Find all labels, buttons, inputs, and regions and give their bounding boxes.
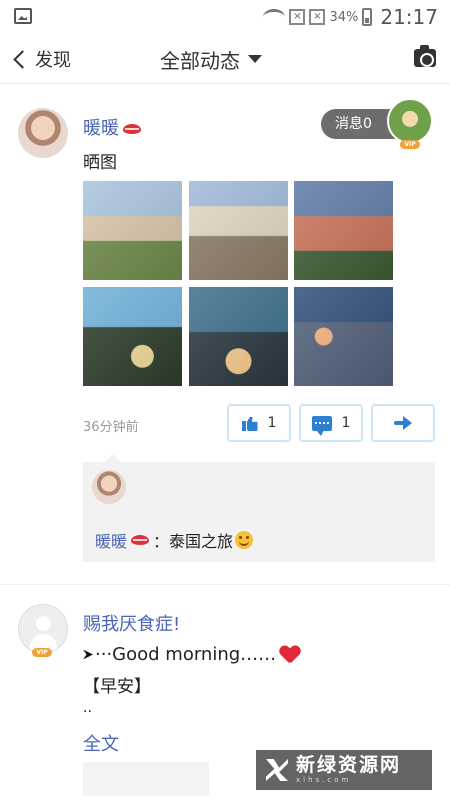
post-text-line-2: 【早安】 xyxy=(83,677,151,697)
post-text-line: ··· Good morning…… xyxy=(83,644,300,665)
vip-badge: VIP xyxy=(32,648,52,657)
watermark-en: xlhs.com xyxy=(296,776,352,784)
like-count: 1 xyxy=(267,415,277,431)
watermark-logo-icon xyxy=(264,757,290,783)
post-username[interactable]: 暖暖 xyxy=(83,114,141,140)
full-text-link[interactable]: 全文 xyxy=(83,730,119,756)
vip-badge: VIP xyxy=(400,140,420,149)
comment-avatar[interactable] xyxy=(92,470,126,504)
post-text-line-3: .. xyxy=(83,700,92,716)
post-text: Good morning…… xyxy=(112,644,277,665)
battery-icon xyxy=(362,8,373,26)
photo-thumbnail[interactable] xyxy=(294,287,393,386)
post-username[interactable]: 赐我厌食症! xyxy=(83,610,180,636)
lips-icon xyxy=(131,535,150,545)
status-bar: × × 34% 21:17 xyxy=(0,0,450,34)
comment-icon xyxy=(311,415,332,436)
photo-thumbnail[interactable] xyxy=(189,181,288,280)
wifi-icon xyxy=(263,9,286,25)
avatar[interactable] xyxy=(18,108,68,158)
photo-thumbnail[interactable] xyxy=(83,181,182,280)
page-title: 全部动态 xyxy=(160,48,240,73)
watermark: 新绿资源网 xlhs.com xyxy=(256,750,432,790)
heart-icon xyxy=(280,646,300,664)
share-arrow-icon xyxy=(394,416,412,430)
post-timestamp: 36分钟前 xyxy=(83,420,139,435)
default-avatar[interactable] xyxy=(18,604,68,654)
gallery-icon xyxy=(14,8,32,24)
clock: 21:17 xyxy=(380,5,438,29)
smile-emoji-icon xyxy=(235,531,254,549)
comment-line: 暖暖 ： 泰国之旅 xyxy=(95,528,254,552)
back-label: 发现 xyxy=(35,50,71,71)
watermark-text: 新绿资源网 xlhs.com xyxy=(296,756,401,784)
no-signal-icon-2: × xyxy=(309,9,326,25)
photo-grid xyxy=(83,181,394,386)
caret-down-icon xyxy=(248,55,262,63)
lips-icon xyxy=(123,124,141,134)
feed-filter-dropdown[interactable]: 全部动态 xyxy=(160,44,262,74)
comment-colon: ： xyxy=(153,532,170,551)
post-divider xyxy=(0,584,450,585)
arrow-bullet-icon xyxy=(83,649,93,660)
photo-thumbnail[interactable] xyxy=(83,287,182,386)
status-icons: × × 34% 21:17 xyxy=(263,4,438,30)
post-text: 晒图 xyxy=(83,153,117,173)
photo-thumbnail[interactable] xyxy=(294,181,393,280)
watermark-cn: 新绿资源网 xyxy=(296,754,402,776)
username-text: 暖暖 xyxy=(83,118,119,139)
back-button[interactable]: 发现 xyxy=(12,44,71,74)
comment-section: 暖暖 ： 泰国之旅 xyxy=(83,454,435,562)
post-text-prefix: ··· xyxy=(95,644,113,665)
comment-username[interactable]: 暖暖 xyxy=(95,528,127,552)
share-button[interactable] xyxy=(371,404,435,442)
message-sender-avatar[interactable] xyxy=(387,98,433,144)
thumbs-up-icon xyxy=(241,415,258,431)
camera-icon[interactable] xyxy=(414,45,436,67)
comment-button[interactable]: 1 xyxy=(299,404,363,442)
battery-percent: 34% xyxy=(329,9,359,25)
comment-count: 1 xyxy=(341,415,351,431)
top-nav-bar: 发现 全部动态 xyxy=(0,34,450,84)
image-placeholder[interactable] xyxy=(83,762,209,796)
comment-text: 泰国之旅 xyxy=(169,532,234,551)
photo-thumbnail[interactable] xyxy=(189,287,288,386)
chevron-left-icon xyxy=(13,49,32,69)
no-signal-icon: × xyxy=(289,9,306,25)
like-button[interactable]: 1 xyxy=(227,404,291,442)
